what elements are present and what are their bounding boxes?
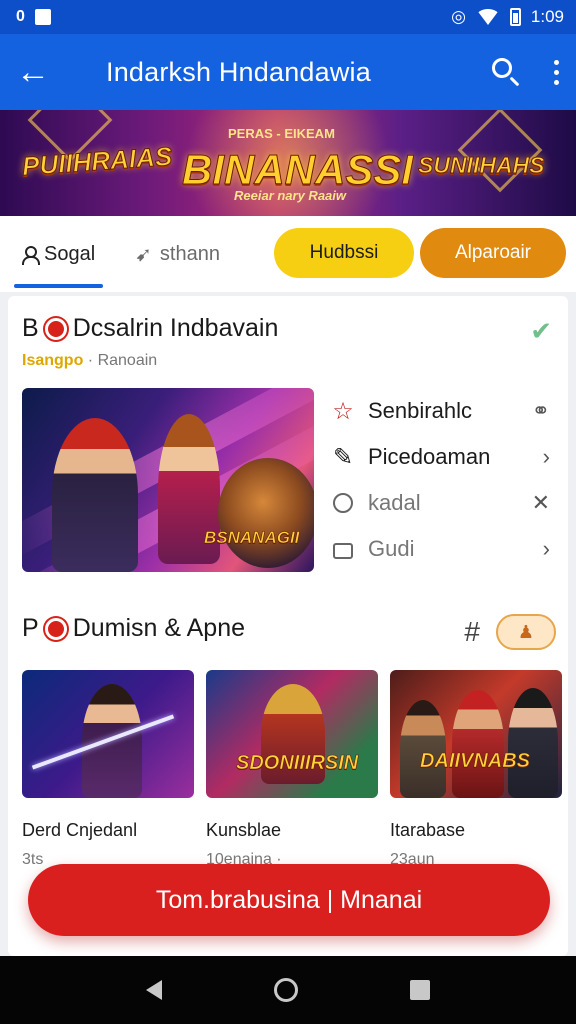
check-icon[interactable]: ✔ xyxy=(530,316,552,347)
chevron-right-icon: › xyxy=(542,536,550,561)
game-thumbnail xyxy=(22,670,194,798)
tiger-figure xyxy=(218,458,314,568)
star-icon: ☆ xyxy=(332,397,354,425)
subtitle-highlight: Isangpo xyxy=(22,352,84,369)
game-logo: SDONIIIRSIN xyxy=(236,752,359,775)
close-icon: ✕ xyxy=(531,490,550,515)
badge-icon xyxy=(44,617,67,640)
user-chip-button[interactable]: ♟ xyxy=(496,614,556,650)
menu-item[interactable]: kadal ✕ xyxy=(330,480,550,526)
section-subtitle-1: Isangpo · Ranoain xyxy=(22,352,157,370)
menu-label: Picedoaman xyxy=(368,444,491,469)
pin-icon: ✎ xyxy=(332,443,354,471)
primary-cta-button[interactable]: Tom.brabusina | Mnanai xyxy=(28,864,550,936)
section-title-text: Dumisn & Apne xyxy=(72,614,246,642)
section-title-1: B Dcsalrin Indbavain xyxy=(22,314,278,343)
game-card[interactable]: SDONIIIRSIN Kunsblae 10enaina · xyxy=(206,670,378,869)
badge-icon xyxy=(44,317,67,340)
menu-label: Senbirahlc xyxy=(368,398,472,423)
game-name: Kunsblae xyxy=(206,820,282,840)
banner-logo-center: BINANASSI xyxy=(181,146,414,194)
nav-recents-icon[interactable] xyxy=(410,980,430,1000)
more-vertical-icon[interactable] xyxy=(552,59,560,85)
chat-icon xyxy=(330,490,356,516)
page-title: Indarksh Hndandawia xyxy=(106,56,371,87)
send-icon: ➹ xyxy=(135,243,152,266)
menu-item[interactable]: ✎ Picedoaman › xyxy=(330,434,550,480)
feature-image[interactable]: BSNANAGII xyxy=(22,388,314,572)
tab-sthann[interactable]: ➹ sthann xyxy=(135,216,220,292)
banner-logo-left: PUIIHRAIAS xyxy=(21,140,174,182)
lock-icon xyxy=(330,536,356,562)
search-icon[interactable] xyxy=(488,54,524,90)
section-title-text: Dcsalrin Indbavain xyxy=(72,314,279,342)
thumbnail-row: Derd Cnjedanl 3ts SDONIIIRSIN Kunsblae 1… xyxy=(22,670,562,869)
promo-banner[interactable]: PERAS - EIKEAM PUIIHRAIAS BINANASSI SUNI… xyxy=(0,110,576,216)
section-prefix: B xyxy=(22,314,39,342)
game-name: Derd Cnjedanl xyxy=(22,820,138,840)
hash-icon[interactable]: # xyxy=(464,616,480,648)
link-icon: ⚭ xyxy=(531,398,550,423)
game-card[interactable]: Derd Cnjedanl 3ts xyxy=(22,670,194,869)
pill-button-orange[interactable]: Alparoair xyxy=(420,228,566,278)
game-name: Itarabase xyxy=(390,820,466,840)
app-bar: ← Indarksh Hndandawia xyxy=(0,34,576,110)
system-nav-bar xyxy=(0,956,576,1024)
tab-sogal[interactable]: Sogal xyxy=(13,216,104,292)
chevron-right-icon: › xyxy=(542,444,550,469)
wifi-icon xyxy=(475,9,500,25)
arrow-left-icon[interactable]: ← xyxy=(16,55,64,89)
section-prefix: P xyxy=(22,614,39,642)
pill-button-yellow[interactable]: Hudbssi xyxy=(274,228,414,278)
menu-item[interactable]: ☆ Senbirahlc ⚭ xyxy=(330,388,550,434)
status-time: 1:09 xyxy=(530,7,564,26)
game-thumbnail: SDONIIIRSIN xyxy=(206,670,378,798)
user-icon: ♟ xyxy=(517,621,535,642)
menu-label: Gudi xyxy=(368,536,415,561)
person-icon xyxy=(22,246,40,265)
battery-icon xyxy=(509,8,521,26)
tab-label: Sogal xyxy=(44,242,96,265)
banner-logo-right: SUNIIHAHS xyxy=(418,152,546,179)
tab-label: sthann xyxy=(159,242,220,265)
status-bar: 0 ◎ 1:09 xyxy=(0,0,576,34)
nav-home-icon[interactable] xyxy=(274,978,298,1002)
game-card[interactable]: DAIIVNABS Itarabase 23aun xyxy=(390,670,562,869)
banner-small-bottom: Reeiar nary Raaiw xyxy=(234,188,347,203)
status-left: 0 xyxy=(16,8,51,26)
notification-icon xyxy=(34,9,51,25)
sync-icon: ◎ xyxy=(451,7,466,26)
status-glyph: 0 xyxy=(16,8,25,25)
content-card: B Dcsalrin Indbavain Isangpo · Ranoain ✔… xyxy=(8,296,568,956)
subtitle-text: · Ranoain xyxy=(87,352,158,369)
menu-label: kadal xyxy=(368,490,421,515)
feature-logo: BSNANAGII xyxy=(204,528,300,548)
menu-item[interactable]: Gudi › xyxy=(330,526,550,572)
status-right: ◎ 1:09 xyxy=(451,7,564,27)
nav-back-icon[interactable] xyxy=(146,980,162,1000)
hero-figure xyxy=(52,418,138,572)
game-thumbnail: DAIIVNABS xyxy=(390,670,562,798)
section-title-2: P Dumisn & Apne xyxy=(22,614,245,643)
banner-small-top: PERAS - EIKEAM xyxy=(228,126,335,141)
side-menu: ☆ Senbirahlc ⚭ ✎ Picedoaman › kadal ✕ Gu… xyxy=(330,388,550,572)
game-logo: DAIIVNABS xyxy=(420,750,531,773)
